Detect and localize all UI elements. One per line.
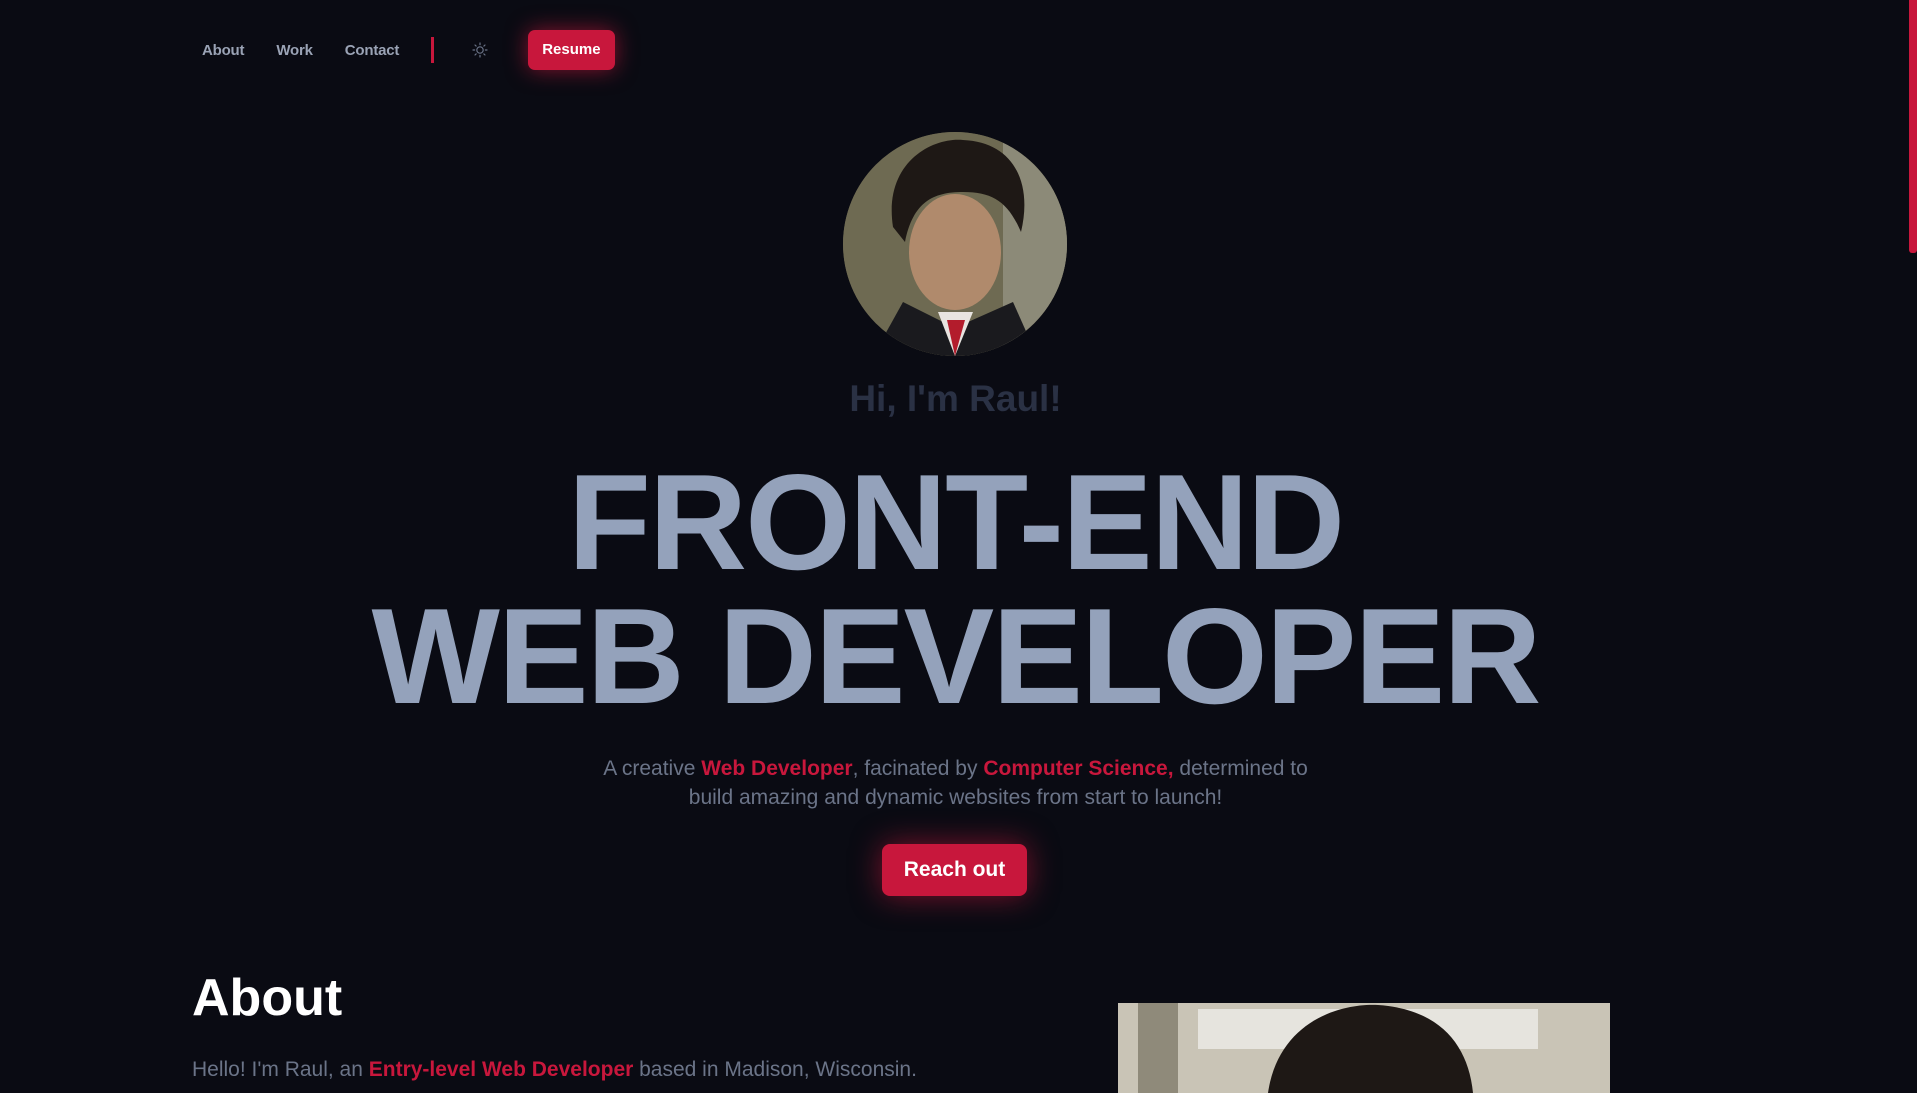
sun-icon[interactable] bbox=[470, 40, 490, 60]
headline-line-2: WEB DEVELOPER bbox=[371, 580, 1542, 732]
about-text: based in Madison, Wisconsin. bbox=[633, 1058, 917, 1081]
hero-tagline: A creative Web Developer, facinated by C… bbox=[0, 754, 1911, 812]
about-highlight: Entry-level Web Developer bbox=[368, 1058, 634, 1081]
scrollbar-thumb[interactable] bbox=[1909, 0, 1917, 253]
tagline-line-2: build amazing and dynamic websites from … bbox=[688, 786, 1223, 809]
tagline-highlight-web-developer: Web Developer bbox=[701, 757, 853, 780]
about-intro: Hello! I'm Raul, an Entry-level Web Deve… bbox=[192, 1058, 917, 1082]
hero-headline: FRONT-END WEB DEVELOPER bbox=[0, 446, 1911, 732]
top-nav: About Work Contact Resume bbox=[202, 30, 615, 70]
tagline-text: A creative bbox=[603, 757, 702, 780]
headline-line-1: FRONT-END bbox=[567, 446, 1345, 598]
tagline-highlight-computer-science: Computer Science, bbox=[983, 757, 1174, 780]
hero-greeting: Hi, I'm Raul! bbox=[849, 378, 1062, 419]
about-text: Hello! I'm Raul, an bbox=[192, 1058, 369, 1081]
nav-link-contact[interactable]: Contact bbox=[345, 42, 400, 59]
nav-link-about[interactable]: About bbox=[202, 42, 245, 59]
resume-button[interactable]: Resume bbox=[528, 30, 615, 70]
tagline-text: , facinated by bbox=[852, 757, 984, 780]
reach-out-button[interactable]: Reach out bbox=[882, 844, 1027, 896]
profile-photo bbox=[843, 132, 1067, 356]
about-heading: About bbox=[192, 969, 343, 1027]
nav-divider bbox=[431, 37, 435, 63]
nav-link-work[interactable]: Work bbox=[276, 42, 313, 59]
tagline-text: determined to bbox=[1173, 757, 1308, 780]
